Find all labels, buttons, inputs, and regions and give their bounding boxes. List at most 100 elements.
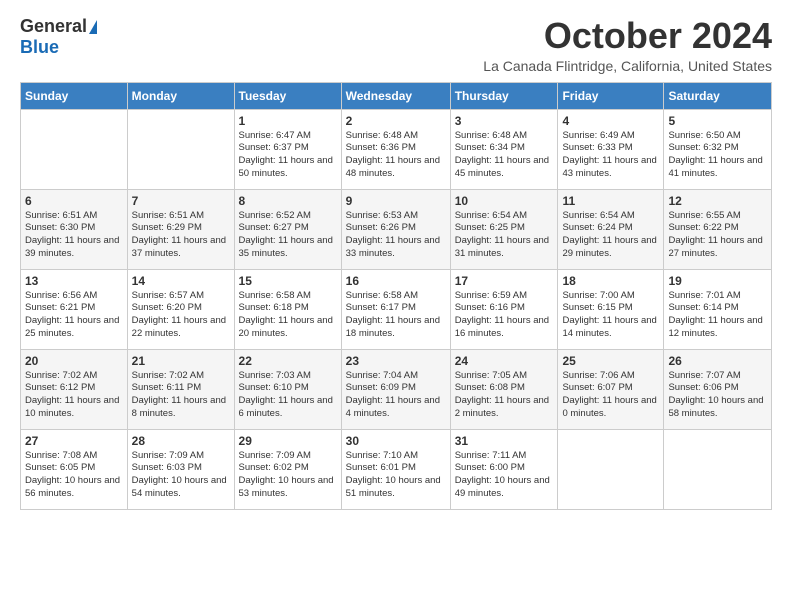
day-number: 19: [668, 274, 767, 288]
day-number: 5: [668, 114, 767, 128]
calendar-cell: 27 Sunrise: 7:08 AM Sunset: 6:05 PM Dayli…: [21, 429, 128, 509]
day-info: Sunrise: 7:03 AM Sunset: 6:10 PM Dayligh…: [239, 370, 337, 421]
day-number: 22: [239, 354, 337, 368]
calendar-cell: 23 Sunrise: 7:04 AM Sunset: 6:09 PM Dayli…: [341, 349, 450, 429]
calendar-cell: 20Sunrise: 7:02 AM Sunset: 6:12 PM Dayli…: [21, 349, 128, 429]
day-number: 12: [668, 194, 767, 208]
calendar-cell: 15 Sunrise: 6:58 AM Sunset: 6:18 PM Dayli…: [234, 269, 341, 349]
weekday-header-cell: Saturday: [664, 82, 772, 109]
day-number: 4: [562, 114, 659, 128]
day-number: 21: [132, 354, 230, 368]
calendar-cell: 7 Sunrise: 6:51 AM Sunset: 6:29 PM Daylig…: [127, 189, 234, 269]
calendar-cell: 24 Sunrise: 7:05 AM Sunset: 6:08 PM Dayli…: [450, 349, 558, 429]
day-number: 23: [346, 354, 446, 368]
day-number: 18: [562, 274, 659, 288]
day-number: 14: [132, 274, 230, 288]
day-number: 8: [239, 194, 337, 208]
calendar-cell: [127, 109, 234, 189]
day-info: Sunrise: 6:49 AM Sunset: 6:33 PM Dayligh…: [562, 130, 659, 181]
weekday-header-cell: Friday: [558, 82, 664, 109]
calendar-cell: 11 Sunrise: 6:54 AM Sunset: 6:24 PM Dayli…: [558, 189, 664, 269]
calendar-row: 6Sunrise: 6:51 AM Sunset: 6:30 PM Daylig…: [21, 189, 772, 269]
day-number: 26: [668, 354, 767, 368]
day-info: Sunrise: 6:56 AM Sunset: 6:21 PM Dayligh…: [25, 290, 123, 341]
day-number: 24: [455, 354, 554, 368]
day-info: Sunrise: 7:11 AM Sunset: 6:00 PM Dayligh…: [455, 450, 554, 501]
day-number: 9: [346, 194, 446, 208]
calendar-cell: [558, 429, 664, 509]
day-number: 31: [455, 434, 554, 448]
calendar-cell: 2 Sunrise: 6:48 AM Sunset: 6:36 PM Daylig…: [341, 109, 450, 189]
day-number: 16: [346, 274, 446, 288]
weekday-header-cell: Sunday: [21, 82, 128, 109]
day-number: 7: [132, 194, 230, 208]
calendar-cell: 26 Sunrise: 7:07 AM Sunset: 6:06 PM Dayli…: [664, 349, 772, 429]
day-info: Sunrise: 6:47 AM Sunset: 6:37 PM Dayligh…: [239, 130, 337, 181]
day-number: 10: [455, 194, 554, 208]
day-info: Sunrise: 6:59 AM Sunset: 6:16 PM Dayligh…: [455, 290, 554, 341]
calendar-row: 20Sunrise: 7:02 AM Sunset: 6:12 PM Dayli…: [21, 349, 772, 429]
day-number: 15: [239, 274, 337, 288]
day-number: 13: [25, 274, 123, 288]
day-number: 3: [455, 114, 554, 128]
day-info: Sunrise: 7:09 AM Sunset: 6:02 PM Dayligh…: [239, 450, 337, 501]
day-info: Sunrise: 6:50 AM Sunset: 6:32 PM Dayligh…: [668, 130, 767, 181]
page-header: General Blue October 2024 La Canada Flin…: [20, 16, 772, 74]
calendar-cell: 3 Sunrise: 6:48 AM Sunset: 6:34 PM Daylig…: [450, 109, 558, 189]
day-info: Sunrise: 7:10 AM Sunset: 6:01 PM Dayligh…: [346, 450, 446, 501]
weekday-header-cell: Tuesday: [234, 82, 341, 109]
day-number: 28: [132, 434, 230, 448]
calendar-cell: 22 Sunrise: 7:03 AM Sunset: 6:10 PM Dayli…: [234, 349, 341, 429]
day-info: Sunrise: 6:57 AM Sunset: 6:20 PM Dayligh…: [132, 290, 230, 341]
day-info: Sunrise: 6:48 AM Sunset: 6:34 PM Dayligh…: [455, 130, 554, 181]
day-info: Sunrise: 6:51 AM Sunset: 6:29 PM Dayligh…: [132, 210, 230, 261]
calendar-row: 1Sunrise: 6:47 AM Sunset: 6:37 PM Daylig…: [21, 109, 772, 189]
day-info: Sunrise: 7:02 AM Sunset: 6:12 PM Dayligh…: [25, 370, 123, 421]
weekday-header-cell: Thursday: [450, 82, 558, 109]
day-info: Sunrise: 6:51 AM Sunset: 6:30 PM Dayligh…: [25, 210, 123, 261]
day-number: 2: [346, 114, 446, 128]
calendar-cell: 5 Sunrise: 6:50 AM Sunset: 6:32 PM Daylig…: [664, 109, 772, 189]
calendar-row: 27 Sunrise: 7:08 AM Sunset: 6:05 PM Dayli…: [21, 429, 772, 509]
calendar-cell: 6Sunrise: 6:51 AM Sunset: 6:30 PM Daylig…: [21, 189, 128, 269]
title-section: October 2024 La Canada Flintridge, Calif…: [483, 16, 772, 74]
calendar-cell: 16 Sunrise: 6:58 AM Sunset: 6:17 PM Dayli…: [341, 269, 450, 349]
day-info: Sunrise: 6:54 AM Sunset: 6:24 PM Dayligh…: [562, 210, 659, 261]
calendar-cell: [21, 109, 128, 189]
day-info: Sunrise: 6:53 AM Sunset: 6:26 PM Dayligh…: [346, 210, 446, 261]
calendar-cell: 25 Sunrise: 7:06 AM Sunset: 6:07 PM Dayli…: [558, 349, 664, 429]
logo-blue-text: Blue: [20, 37, 59, 58]
calendar-cell: 18 Sunrise: 7:00 AM Sunset: 6:15 PM Dayli…: [558, 269, 664, 349]
day-info: Sunrise: 7:01 AM Sunset: 6:14 PM Dayligh…: [668, 290, 767, 341]
calendar-cell: 31 Sunrise: 7:11 AM Sunset: 6:00 PM Dayli…: [450, 429, 558, 509]
day-info: Sunrise: 6:48 AM Sunset: 6:36 PM Dayligh…: [346, 130, 446, 181]
day-number: 11: [562, 194, 659, 208]
day-number: 17: [455, 274, 554, 288]
day-info: Sunrise: 7:06 AM Sunset: 6:07 PM Dayligh…: [562, 370, 659, 421]
calendar-cell: 17 Sunrise: 6:59 AM Sunset: 6:16 PM Dayli…: [450, 269, 558, 349]
day-info: Sunrise: 6:55 AM Sunset: 6:22 PM Dayligh…: [668, 210, 767, 261]
calendar-cell: 29 Sunrise: 7:09 AM Sunset: 6:02 PM Dayli…: [234, 429, 341, 509]
day-number: 25: [562, 354, 659, 368]
day-info: Sunrise: 7:07 AM Sunset: 6:06 PM Dayligh…: [668, 370, 767, 421]
logo-icon: [89, 20, 97, 34]
calendar-cell: 19 Sunrise: 7:01 AM Sunset: 6:14 PM Dayli…: [664, 269, 772, 349]
day-info: Sunrise: 6:58 AM Sunset: 6:17 PM Dayligh…: [346, 290, 446, 341]
day-number: 29: [239, 434, 337, 448]
calendar-cell: 30 Sunrise: 7:10 AM Sunset: 6:01 PM Dayli…: [341, 429, 450, 509]
calendar-cell: 8Sunrise: 6:52 AM Sunset: 6:27 PM Daylig…: [234, 189, 341, 269]
day-info: Sunrise: 6:58 AM Sunset: 6:18 PM Dayligh…: [239, 290, 337, 341]
weekday-header-row: SundayMondayTuesdayWednesdayThursdayFrid…: [21, 82, 772, 109]
location: La Canada Flintridge, California, United…: [483, 58, 772, 74]
day-info: Sunrise: 7:05 AM Sunset: 6:08 PM Dayligh…: [455, 370, 554, 421]
calendar-cell: 9 Sunrise: 6:53 AM Sunset: 6:26 PM Daylig…: [341, 189, 450, 269]
calendar-row: 13 Sunrise: 6:56 AM Sunset: 6:21 PM Dayli…: [21, 269, 772, 349]
day-number: 30: [346, 434, 446, 448]
day-info: Sunrise: 7:00 AM Sunset: 6:15 PM Dayligh…: [562, 290, 659, 341]
month-title: October 2024: [483, 16, 772, 56]
calendar-cell: 14 Sunrise: 6:57 AM Sunset: 6:20 PM Dayli…: [127, 269, 234, 349]
day-number: 27: [25, 434, 123, 448]
logo: General Blue: [20, 16, 97, 58]
day-info: Sunrise: 7:04 AM Sunset: 6:09 PM Dayligh…: [346, 370, 446, 421]
day-info: Sunrise: 7:08 AM Sunset: 6:05 PM Dayligh…: [25, 450, 123, 501]
